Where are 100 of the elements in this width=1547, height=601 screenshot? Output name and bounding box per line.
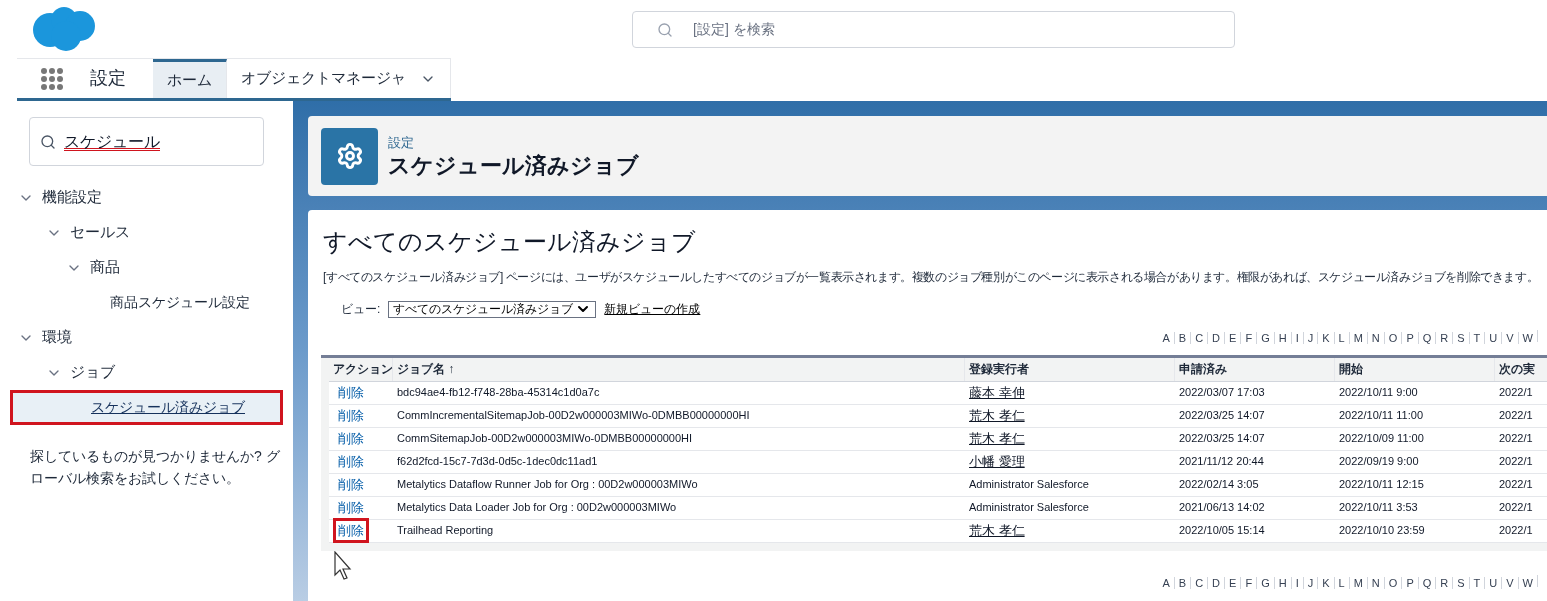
alphabet-link[interactable]: T bbox=[1473, 574, 1481, 591]
alphabet-link[interactable]: T bbox=[1473, 330, 1481, 347]
table-cell-text: 2022/1 bbox=[1498, 408, 1534, 424]
table-cell-text: 2022/1 bbox=[1498, 454, 1534, 470]
alphabet-link[interactable]: H bbox=[1278, 330, 1287, 347]
user-link[interactable]: 小幡 愛理 bbox=[969, 451, 1025, 472]
page-title: スケジュール済みジョブ bbox=[388, 152, 639, 180]
alphabet-link[interactable]: P bbox=[1406, 574, 1414, 591]
nav-tab[interactable]: ホーム bbox=[153, 59, 227, 98]
alphabet-link[interactable]: I bbox=[1295, 330, 1299, 347]
alphabet-link[interactable]: Q bbox=[1422, 330, 1432, 347]
alphabet-link[interactable]: A bbox=[1162, 330, 1170, 347]
table-cell-text: 2022/10/10 23:59 bbox=[1338, 523, 1426, 539]
tree-item-row[interactable]: 商品スケジュール設定 bbox=[10, 285, 283, 320]
alphabet-link[interactable]: G bbox=[1261, 330, 1270, 347]
user-link[interactable]: 藤本 幸伸 bbox=[969, 382, 1025, 403]
table-cell-text: bdc94ae4-fb12-f748-28ba-45314c1d0a7c bbox=[396, 385, 601, 401]
tree-item[interactable]: 機能設定 bbox=[42, 186, 102, 209]
alphabet-link[interactable]: N bbox=[1371, 574, 1380, 591]
new-view-link[interactable]: 新規ビューの作成 bbox=[604, 300, 701, 318]
alphabet-link[interactable]: B bbox=[1178, 330, 1187, 347]
table-cell-text: 2022/10/11 11:00 bbox=[1338, 408, 1424, 424]
nav-tab[interactable]: オブジェクトマネージャ bbox=[227, 59, 451, 98]
table-cell-text: 2021/06/13 14:02 bbox=[1178, 500, 1266, 516]
app-launcher-icon[interactable] bbox=[40, 66, 64, 91]
alphabet-link[interactable]: I bbox=[1295, 574, 1299, 591]
alphabet-link[interactable]: K bbox=[1322, 574, 1330, 591]
table-cell-text: 2022/03/07 17:03 bbox=[1178, 385, 1266, 401]
alphabet-link[interactable]: F bbox=[1245, 574, 1253, 591]
table-cell-text: 2022/02/14 3:05 bbox=[1178, 477, 1260, 493]
column-header[interactable]: 開始 bbox=[1335, 357, 1495, 381]
table-cell-text: f62d2fcd-15c7-7d3d-0d5c-1dec0dc11ad1 bbox=[396, 454, 599, 470]
alphabet-link[interactable]: D bbox=[1212, 330, 1221, 347]
alphabet-link[interactable]: J bbox=[1307, 330, 1314, 347]
tree-item[interactable]: セールス bbox=[70, 221, 130, 244]
column-header[interactable]: ジョブ名 ↑ bbox=[393, 357, 965, 381]
alphabet-link[interactable]: N bbox=[1371, 330, 1380, 347]
table-cell-text: 2022/1 bbox=[1498, 477, 1534, 493]
alphabet-link[interactable]: D bbox=[1212, 574, 1221, 591]
alphabet-link[interactable]: S bbox=[1457, 330, 1465, 347]
table-cell-text: 2021/11/12 20:44 bbox=[1178, 454, 1265, 470]
user-link[interactable]: 荒木 孝仁 bbox=[969, 428, 1025, 449]
alphabet-link[interactable]: O bbox=[1388, 330, 1398, 347]
alphabet-link[interactable]: E bbox=[1229, 574, 1237, 591]
alphabet-link[interactable]: W bbox=[1522, 330, 1533, 347]
app-name: 設定 bbox=[90, 67, 126, 90]
alphabet-link[interactable]: R bbox=[1440, 330, 1449, 347]
search-icon bbox=[40, 133, 56, 150]
alphabet-link[interactable]: L bbox=[1338, 330, 1345, 347]
delete-link[interactable]: 削除 bbox=[333, 517, 369, 544]
table-cell-text: CommSitemapJob-00D2w000003MIWo-0DMBB00000000HI bbox=[396, 431, 694, 447]
alphabet-link[interactable]: R bbox=[1440, 574, 1449, 591]
settings-icon bbox=[335, 142, 364, 170]
alphabet-link[interactable]: S bbox=[1457, 574, 1465, 591]
table-cell-text: 2022/10/11 9:00 bbox=[1338, 385, 1419, 401]
alphabet-link[interactable]: H bbox=[1278, 574, 1287, 591]
alphabet-link[interactable]: L bbox=[1338, 574, 1345, 591]
user-link[interactable]: 荒木 孝仁 bbox=[969, 405, 1025, 426]
column-header[interactable]: 登録実行者 bbox=[965, 357, 1175, 381]
table-cell-text: 2022/10/09 11:00 bbox=[1338, 431, 1425, 447]
alphabet-link[interactable]: E bbox=[1229, 330, 1237, 347]
alphabet-link[interactable]: M bbox=[1353, 574, 1363, 591]
alphabet-link[interactable]: U bbox=[1489, 574, 1498, 591]
help-text: 探しているものが見つかりませんか? グローバル検索をお試しください。 bbox=[30, 447, 281, 488]
cloud-logo[interactable] bbox=[30, 6, 96, 52]
column-header[interactable]: アクション bbox=[329, 357, 393, 381]
alphabet-link[interactable]: A bbox=[1162, 574, 1170, 591]
alphabet-link[interactable]: Q bbox=[1422, 574, 1432, 591]
alphabet-link[interactable]: K bbox=[1322, 330, 1330, 347]
alphabet-link[interactable]: C bbox=[1195, 574, 1204, 591]
alphabet-link[interactable]: B bbox=[1178, 574, 1187, 591]
column-header[interactable]: 申請済み bbox=[1175, 357, 1335, 381]
alphabet-link[interactable]: F bbox=[1245, 330, 1253, 347]
table-cell-text: Metalytics Dataflow Runner Job for Org : 00D2w000003MIWo bbox=[396, 477, 699, 493]
alphabet-link[interactable]: J bbox=[1307, 574, 1314, 591]
table-cell-text: 2022/09/19 9:00 bbox=[1338, 454, 1420, 470]
tree-link[interactable]: スケジュール済みジョブ bbox=[91, 397, 245, 418]
user-link[interactable]: 荒木 孝仁 bbox=[969, 520, 1025, 541]
alphabet-link[interactable]: O bbox=[1388, 574, 1398, 591]
table-cell-text: Trailhead Reporting bbox=[396, 523, 495, 539]
tree-item[interactable]: ジョブ bbox=[70, 361, 115, 384]
tree-link[interactable]: 商品スケジュール設定 bbox=[110, 292, 250, 313]
search-icon bbox=[657, 21, 673, 38]
tree-item-row[interactable]: スケジュール済みジョブ bbox=[10, 390, 283, 425]
alphabet-link[interactable]: V bbox=[1506, 330, 1514, 347]
sidebar-search-field[interactable]: スケジュール bbox=[29, 117, 264, 166]
alphabet-link[interactable]: V bbox=[1506, 574, 1514, 591]
alphabet-link[interactable]: U bbox=[1489, 330, 1498, 347]
search-field[interactable]: [設定] を検索 bbox=[632, 11, 1235, 48]
alphabet-link[interactable]: M bbox=[1353, 330, 1363, 347]
tree-item[interactable]: 環境 bbox=[42, 326, 72, 349]
tree-item[interactable]: 商品 bbox=[90, 256, 120, 279]
table-cell-text: CommIncrementalSitemapJob-00D2w000003MIWo-0DMBB00000000HI bbox=[396, 408, 751, 424]
column-header[interactable]: 次の実 bbox=[1495, 357, 1547, 381]
view-dropdown[interactable]: すべてのスケジュール済みジョブ bbox=[388, 300, 597, 318]
alphabet-link[interactable]: G bbox=[1261, 574, 1270, 591]
alphabet-link[interactable]: W bbox=[1522, 574, 1533, 591]
alphabet-link[interactable]: P bbox=[1406, 330, 1414, 347]
alphabet-link[interactable]: C bbox=[1195, 330, 1204, 347]
table-cell-text: Administrator Salesforce bbox=[969, 500, 1089, 516]
